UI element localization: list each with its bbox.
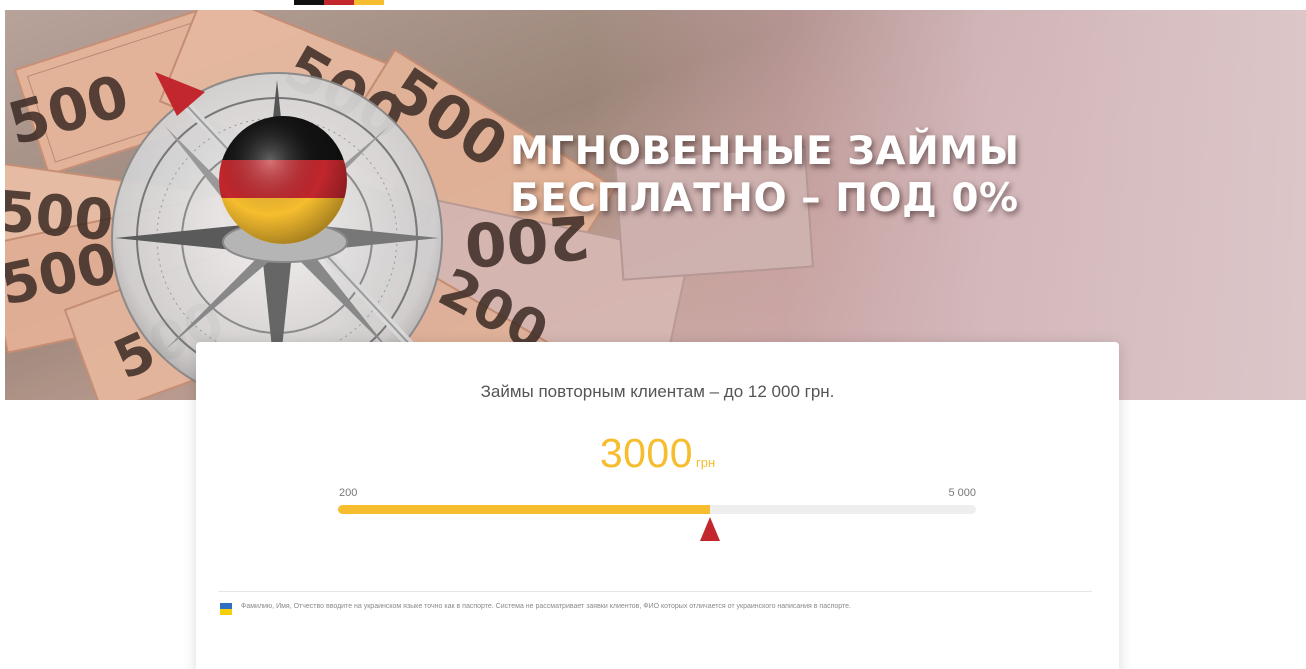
hero-title: МГНОВЕННЫЕ ЗАЙМЫ БЕСПЛАТНО – ПОД 0% [510,128,1070,222]
logo-stripe-red [324,0,354,5]
logo-flag-icon[interactable] [294,0,384,5]
amount-slider-fill [338,505,711,514]
loan-amount-unit: грн [696,455,716,470]
amount-slider-track[interactable] [338,505,976,514]
divider [218,591,1092,592]
slider-min-label: 200 [339,487,358,499]
calculator-subtitle: Займы повторным клиентам – до 12 000 грн… [480,382,835,401]
ukraine-flag-yellow [220,609,232,615]
hero-title-line1: МГНОВЕННЫЕ ЗАЙМЫ [510,129,1020,174]
loan-calculator-card: Займы повторным клиентам – до 12 000 грн… [196,342,1119,669]
page: 500 500 500 500 500 500 200 200 [0,0,1306,669]
passport-name-notice: Фамилию, Имя, Отчество вводите на украин… [220,602,1100,615]
notice-text: Фамилию, Имя, Отчество вводите на украин… [241,603,852,610]
logo-stripe-gold [354,0,384,5]
loan-amount-display: 3000 грн [196,430,1119,477]
hero-title-line2: БЕСПЛАТНО – ПОД 0% [510,176,1019,221]
logo-stripe-black [294,0,324,5]
slider-max-label: 5 000 [948,487,976,499]
ukraine-flag-icon [220,603,232,615]
amount-slider-handle[interactable] [700,517,721,541]
loan-amount-value: 3000 [599,430,694,476]
